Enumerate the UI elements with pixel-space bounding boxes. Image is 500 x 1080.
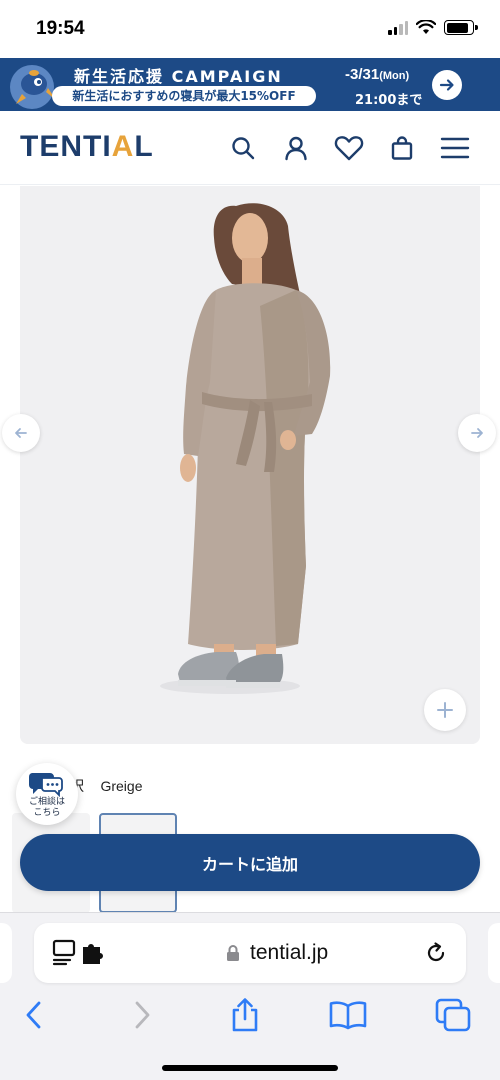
gallery-next-button[interactable]	[458, 414, 496, 452]
menu-button[interactable]	[440, 133, 470, 163]
banner-subtitle: 新生活におすすめの寝具が最大15%OFF	[52, 86, 316, 106]
model-in-dress-image	[20, 186, 480, 744]
previous-tab-peek[interactable]	[0, 923, 12, 983]
share-icon	[232, 998, 258, 1032]
address-bar[interactable]: tential.jp	[34, 923, 466, 983]
banner-date: -3/31(Mon)	[345, 66, 409, 83]
arrow-right-icon	[471, 428, 483, 438]
cart-button[interactable]	[387, 133, 417, 163]
reader-extensions-icon[interactable]	[52, 939, 104, 967]
banner-date-day: (Mon)	[379, 70, 410, 82]
book-icon	[329, 1001, 367, 1030]
forward-button[interactable]	[120, 995, 164, 1035]
reload-icon[interactable]	[424, 941, 448, 965]
consult-chat-button[interactable]: ご相談は こちら	[16, 763, 78, 825]
chevron-right-icon	[135, 1001, 150, 1029]
gallery-prev-button[interactable]	[2, 414, 40, 452]
status-bar: 19:54	[0, 0, 500, 58]
selected-color-value: Greige	[100, 778, 143, 794]
status-icons	[388, 20, 478, 35]
bookmarks-button[interactable]	[326, 995, 370, 1035]
browser-toolbar: tential.jp	[0, 912, 500, 1080]
banner-arrow-button[interactable]	[432, 70, 462, 100]
arrow-right-icon	[439, 79, 454, 91]
account-icon	[285, 136, 307, 161]
consult-label: ご相談は こちら	[28, 797, 65, 818]
add-to-cart-button[interactable]: カートに追加	[20, 834, 480, 891]
tential-logo[interactable]: TENTIAL	[20, 130, 154, 164]
search-icon	[232, 137, 255, 160]
product-image[interactable]	[20, 186, 480, 744]
site-header: TENTIAL	[0, 111, 500, 185]
banner-time: 21:00まで	[355, 93, 423, 108]
lock-icon	[227, 945, 239, 961]
plus-icon	[437, 702, 453, 718]
back-button[interactable]	[12, 995, 56, 1035]
banner-date-value: -3/31	[345, 66, 380, 83]
wifi-icon	[416, 20, 436, 34]
tabs-button[interactable]	[431, 995, 475, 1035]
logo-text: TENTIAL	[20, 130, 154, 163]
color-selector-label: 択 Greige	[70, 776, 142, 796]
chat-bubble-icon	[28, 773, 63, 797]
product-gallery	[0, 186, 500, 746]
campaign-banner[interactable]: 新生活応援 CAMPAIGN 新生活におすすめの寝具が最大15%OFF -3/3…	[0, 58, 500, 111]
account-button[interactable]	[281, 133, 311, 163]
heart-icon	[334, 136, 364, 161]
status-time: 19:54	[36, 18, 85, 39]
arrow-left-icon	[15, 428, 27, 438]
menu-icon	[440, 137, 470, 159]
search-button[interactable]	[228, 133, 258, 163]
chevron-left-icon	[26, 1001, 41, 1029]
next-tab-peek[interactable]	[488, 923, 500, 983]
url-text: tential.jp	[250, 941, 329, 964]
share-button[interactable]	[223, 995, 267, 1035]
tabs-icon	[435, 998, 471, 1032]
home-indicator	[162, 1065, 338, 1071]
cart-icon	[391, 136, 413, 160]
battery-icon	[444, 20, 478, 35]
zoom-button[interactable]	[424, 689, 466, 731]
banner-title: 新生活応援 CAMPAIGN	[74, 67, 283, 86]
cellular-signal-icon	[388, 20, 408, 35]
favorites-button[interactable]	[334, 133, 364, 163]
